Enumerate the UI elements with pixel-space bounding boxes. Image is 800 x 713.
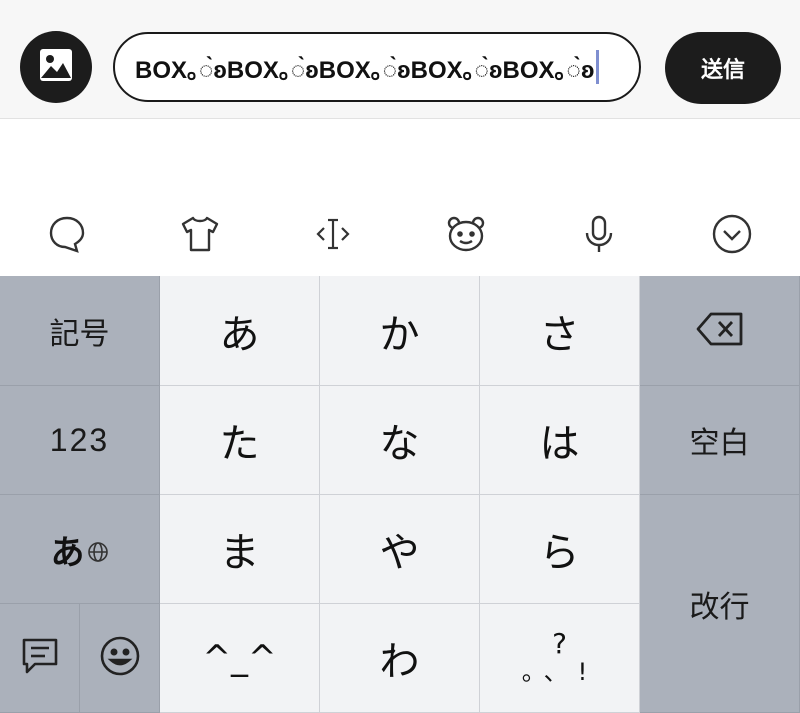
kana-key-ya-label: や <box>379 530 420 576</box>
message-input-bar: BOX｡◌̀ʚBOX｡◌̀ʚBOX｡◌̀ʚBOX｡◌̀ʚBOX｡◌̀ʚ 送信 <box>0 0 800 119</box>
globe-icon <box>87 541 109 567</box>
input-mode-key[interactable]: あ <box>0 495 160 604</box>
kana-key-ka[interactable]: か <box>320 276 480 386</box>
image-attach-button[interactable] <box>20 31 92 103</box>
backspace-icon <box>695 311 745 351</box>
numbers-key[interactable]: 123 <box>0 386 160 495</box>
space-key[interactable]: 空白 <box>640 386 800 495</box>
cursor-move-icon[interactable] <box>309 210 357 258</box>
kana-key-ma-label: ま <box>219 530 260 576</box>
enter-key-label: 改行 <box>689 589 750 625</box>
input-mode-key-label: あ <box>50 532 85 573</box>
kana-key-ya[interactable]: や <box>320 495 480 604</box>
send-button-label: 送信 <box>700 58 745 83</box>
kana-key-na-label: な <box>379 421 420 467</box>
kana-key-ra[interactable]: ら <box>480 495 640 604</box>
kaomoji-key[interactable]: ^_^ <box>160 604 320 713</box>
chat-bubble-icon[interactable] <box>43 210 91 258</box>
kaomoji-key-label: ^_^ <box>202 638 277 678</box>
kana-key-ta-label: た <box>219 421 260 467</box>
kana-key-a-label: あ <box>219 311 260 358</box>
space-key-label: 空白 <box>689 426 750 461</box>
kana-key-ka-label: か <box>379 311 420 358</box>
bear-face-icon[interactable] <box>442 210 490 258</box>
symbols-key[interactable]: 記号 <box>0 276 160 386</box>
send-button[interactable]: 送信 <box>665 32 781 104</box>
numbers-key-label: 123 <box>49 421 110 458</box>
kana-key-sa-label: さ <box>539 311 580 358</box>
microphone-icon[interactable] <box>575 210 623 258</box>
kana-key-a[interactable]: あ <box>160 276 320 386</box>
tshirt-icon[interactable] <box>176 210 224 258</box>
kana-key-ha-label: は <box>539 421 580 467</box>
kana-key-ha[interactable]: は <box>480 386 640 495</box>
backspace-key[interactable] <box>640 276 800 386</box>
japanese-keyboard: 記号 123 あ あ か さ た な は ま や ら ^_^ わ ? 。、! 空… <box>0 276 800 713</box>
kana-key-na[interactable]: な <box>320 386 480 495</box>
image-icon <box>38 47 74 87</box>
message-text-field[interactable]: BOX｡◌̀ʚBOX｡◌̀ʚBOX｡◌̀ʚBOX｡◌̀ʚBOX｡◌̀ʚ <box>113 32 641 102</box>
emoji-key[interactable] <box>80 604 160 713</box>
keyboard-toolbar <box>0 200 800 264</box>
punctuation-question-label: ? <box>552 627 567 660</box>
smiley-icon <box>99 635 141 681</box>
kana-key-wa[interactable]: わ <box>320 604 480 713</box>
punctuation-marks-label: 。、! <box>521 658 598 686</box>
memo-bubble-icon <box>19 636 61 680</box>
enter-key[interactable]: 改行 <box>640 495 800 713</box>
message-text: BOX｡◌̀ʚBOX｡◌̀ʚBOX｡◌̀ʚBOX｡◌̀ʚBOX｡◌̀ʚ <box>135 56 595 84</box>
chevron-down-circle-icon[interactable] <box>708 210 756 258</box>
kana-key-ta[interactable]: た <box>160 386 320 495</box>
kana-key-sa[interactable]: さ <box>480 276 640 386</box>
text-caret <box>596 50 600 84</box>
kana-key-wa-label: わ <box>379 639 420 685</box>
kana-key-ma[interactable]: ま <box>160 495 320 604</box>
punctuation-key[interactable]: ? 。、! <box>480 604 640 713</box>
kana-key-ra-label: ら <box>539 530 580 576</box>
symbols-key-label: 記号 <box>49 316 110 352</box>
memo-key[interactable] <box>0 604 80 713</box>
